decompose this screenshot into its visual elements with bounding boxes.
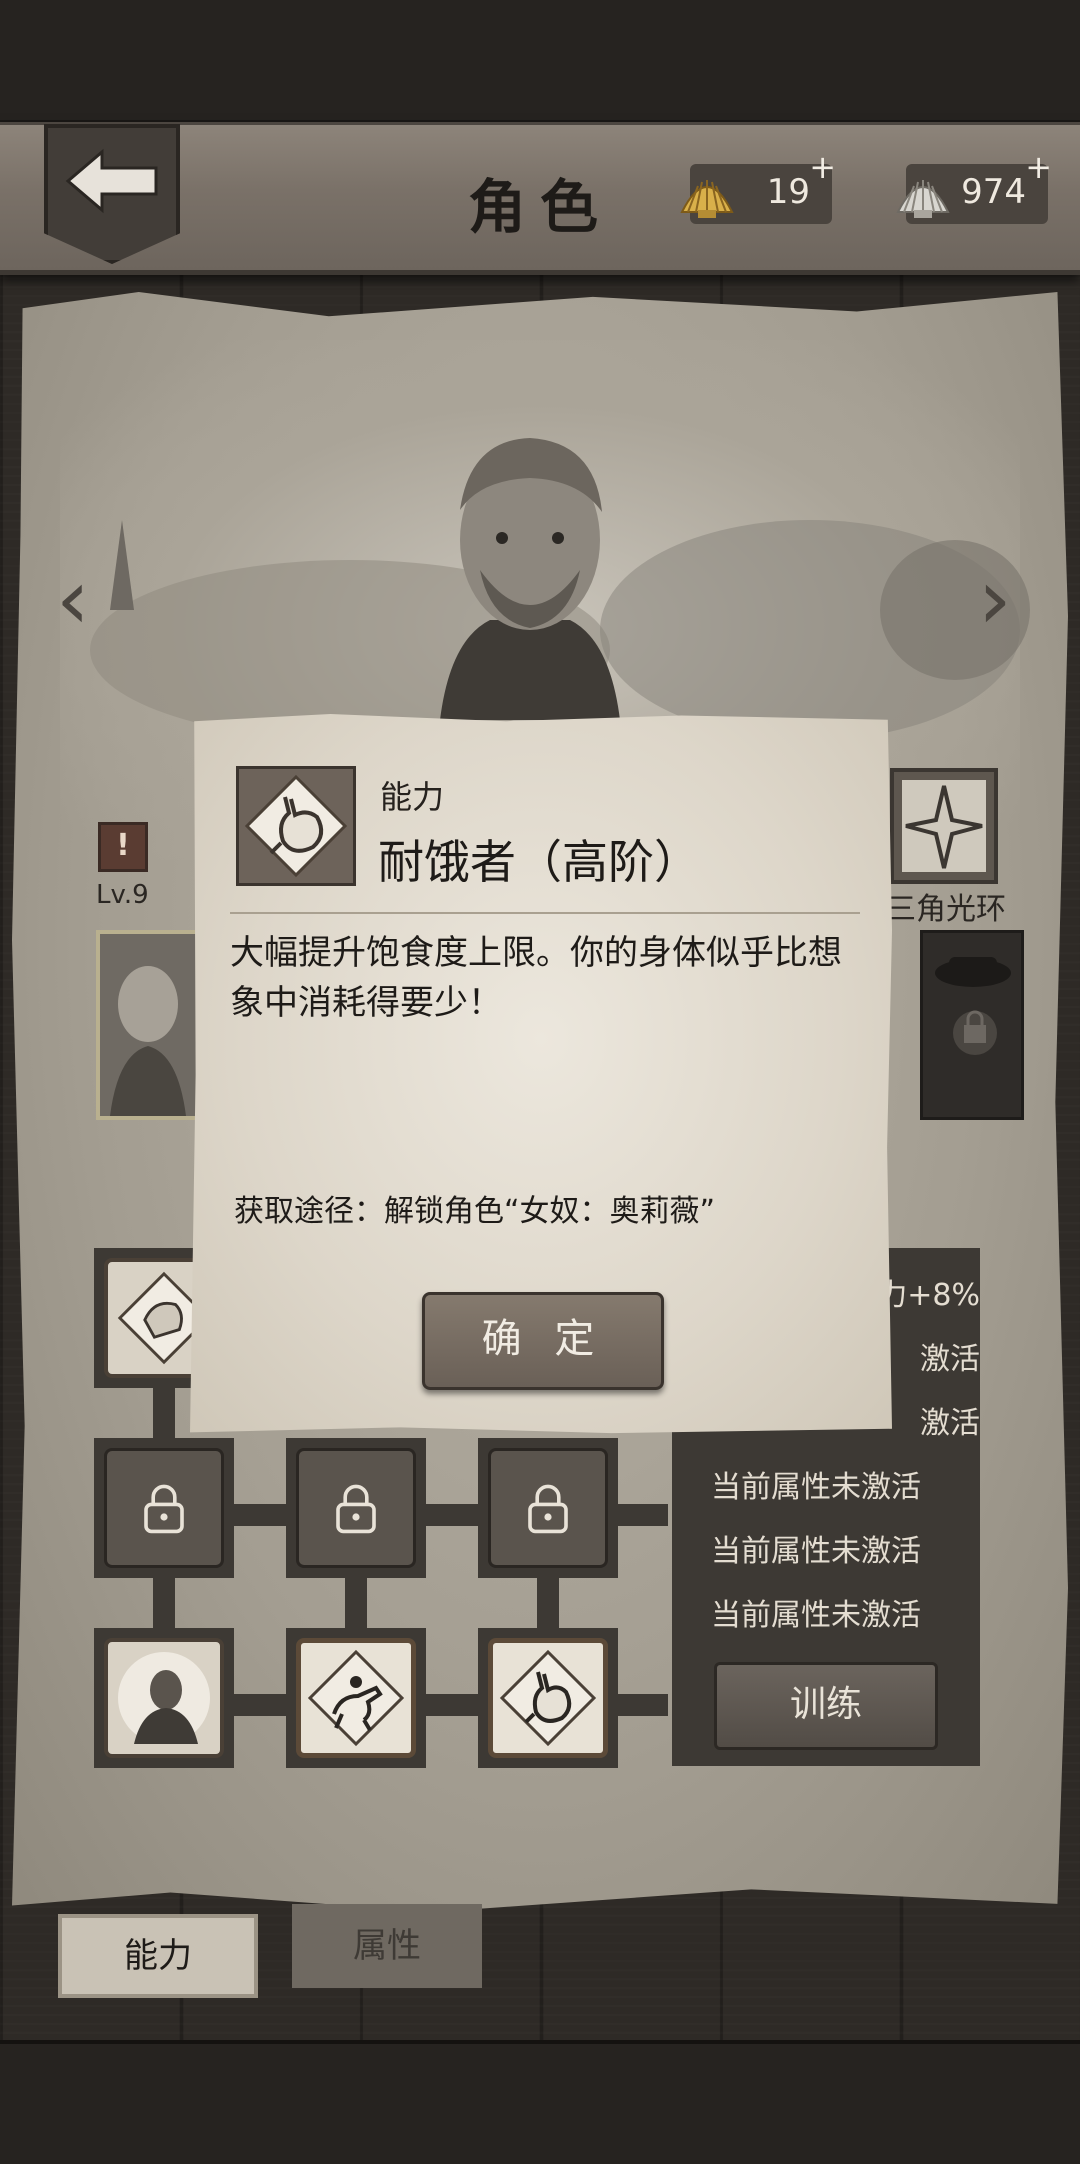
tab-attribute[interactable]: 属性: [292, 1904, 482, 1988]
attribute-status: 当前属性未激活: [711, 1534, 921, 1569]
add-gold-icon[interactable]: +: [809, 148, 836, 186]
stomach-icon: [488, 1638, 608, 1758]
locked-character-card[interactable]: [920, 930, 1024, 1120]
previous-character-button[interactable]: ‹: [56, 550, 90, 648]
skill-node-character[interactable]: [94, 1628, 234, 1768]
skill-node-locked[interactable]: [286, 1438, 426, 1578]
tree-connector: [345, 1574, 367, 1634]
star-burst-icon: [902, 780, 986, 872]
bottom-band: [0, 2040, 1080, 2164]
tree-connector: [537, 1574, 559, 1634]
dialog-divider: [230, 912, 860, 914]
horse-rider-icon: [296, 1638, 416, 1758]
page-title: 角色: [467, 173, 612, 241]
stomach-icon: [236, 766, 356, 886]
alert-icon[interactable]: !: [98, 822, 148, 872]
lock-icon: [935, 957, 1011, 1055]
dialog-title: 耐饿者（高阶）: [378, 835, 700, 889]
silver-shell-value: 974: [961, 172, 1026, 212]
gold-shell-icon: [680, 180, 734, 218]
gold-shell-counter[interactable]: 19 +: [680, 148, 836, 224]
skill-node-stomach[interactable]: [478, 1628, 618, 1768]
dialog-category: 能力: [380, 778, 445, 816]
silver-shell-icon: [896, 180, 950, 218]
dialog-description: 大幅提升饱食度上限。你的身体似乎比想象中消耗得要少！: [230, 933, 842, 1023]
character-thumbnail: [110, 966, 186, 1116]
skill-node-locked[interactable]: [478, 1438, 618, 1578]
lock-icon: [296, 1448, 416, 1568]
next-character-button[interactable]: ›: [978, 550, 1012, 648]
attribute-status: 当前属性未激活: [711, 1598, 921, 1633]
character-card[interactable]: [96, 930, 200, 1120]
dialog-source: 获取途径：解锁角色“女奴：奥莉薇”: [234, 1194, 716, 1229]
silver-shell-counter[interactable]: 974 +: [896, 148, 1052, 224]
tab-ability[interactable]: 能力: [58, 1914, 258, 1998]
lock-icon: [488, 1448, 608, 1568]
character-portrait: [440, 438, 620, 720]
attribute-status: 当前属性未激活: [711, 1470, 921, 1505]
add-silver-icon[interactable]: +: [1025, 148, 1052, 186]
gold-shell-value: 19: [766, 172, 810, 212]
skill-node-rider[interactable]: [286, 1628, 426, 1768]
tree-connector: [153, 1574, 175, 1634]
level-label: Lv.9: [96, 880, 149, 910]
top-band: [0, 0, 1080, 124]
halo-skill-icon[interactable]: [890, 768, 998, 884]
back-arrow-icon: [65, 148, 158, 214]
lock-icon: [104, 1448, 224, 1568]
halo-skill-label: 三角光环: [886, 892, 1006, 927]
skill-node-locked[interactable]: [94, 1438, 234, 1578]
confirm-button[interactable]: 确 定: [422, 1292, 664, 1390]
train-button[interactable]: 训练: [714, 1662, 938, 1750]
character-skill-icon: [104, 1638, 224, 1758]
